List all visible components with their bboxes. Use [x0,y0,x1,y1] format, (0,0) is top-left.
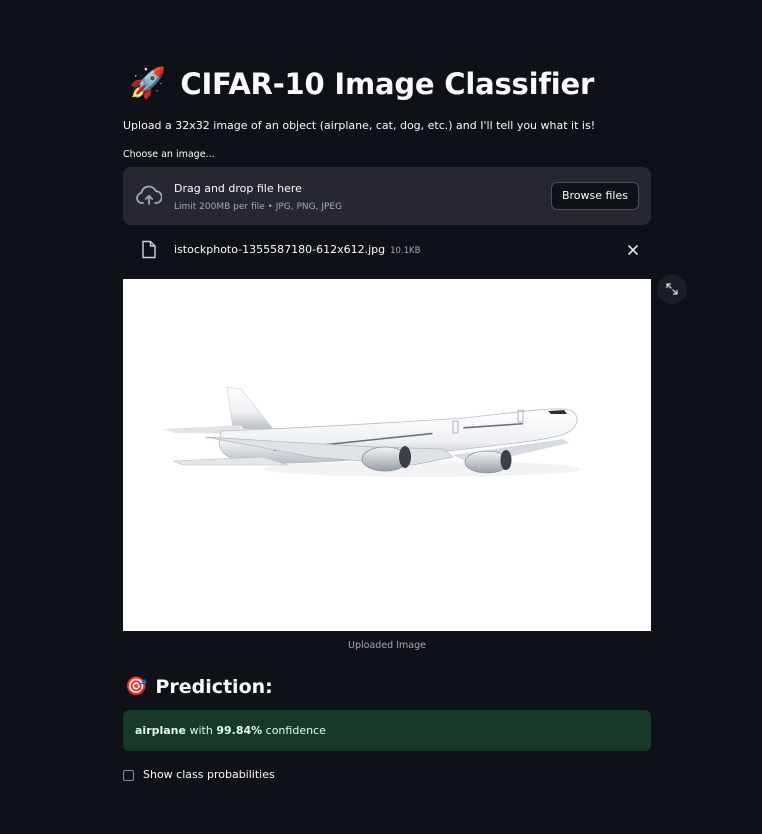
rocket-icon: 🚀 [129,66,167,101]
page-title-text: CIFAR-10 Image Classifier [180,67,595,101]
file-size: 10.1KB [390,246,421,256]
file-icon [142,240,156,259]
fullscreen-button[interactable] [657,274,687,304]
prediction-heading-text: Prediction: [155,676,273,698]
confidence-suffix: confidence [262,724,326,737]
prediction-result-alert: airplane with 99.84% confidence [123,710,651,751]
dropzone-title: Drag and drop file here [174,182,302,195]
show-probabilities-checkbox[interactable] [123,769,134,781]
page-subtitle: Upload a 32x32 image of an object (airpl… [123,119,596,132]
airplane-image [163,386,583,477]
file-dropzone[interactable]: Drag and drop file here Limit 200MB per … [123,167,651,225]
uploaded-file-name: istockphoto-1355587180-612x612.jpg 10.1KB [174,242,420,259]
prediction-heading: 🎯 Prediction: [125,673,273,701]
uploader-label: Choose an image... [123,149,215,160]
uploaded-file-item: istockphoto-1355587180-612x612.jpg 10.1KB [123,237,651,263]
close-icon[interactable] [623,240,643,260]
uploaded-image [123,279,651,631]
predicted-class: airplane [135,724,186,737]
expand-icon [666,283,678,295]
page-title: 🚀 CIFAR-10 Image Classifier [129,64,594,104]
browse-files-button[interactable]: Browse files [550,182,639,210]
prediction-with-text: with [185,724,217,737]
target-icon: 🎯 [125,676,148,697]
cloud-upload-icon [136,185,162,205]
dropzone-limit-text: Limit 200MB per file • JPG, PNG, JPEG [174,202,343,212]
image-caption: Uploaded Image [348,640,426,651]
file-name-text: istockphoto-1355587180-612x612.jpg [174,243,386,256]
show-probabilities-label[interactable]: Show class probabilities [143,767,275,783]
show-probabilities-option[interactable]: Show class probabilities [123,767,275,783]
confidence-value: 99.84% [216,724,263,737]
